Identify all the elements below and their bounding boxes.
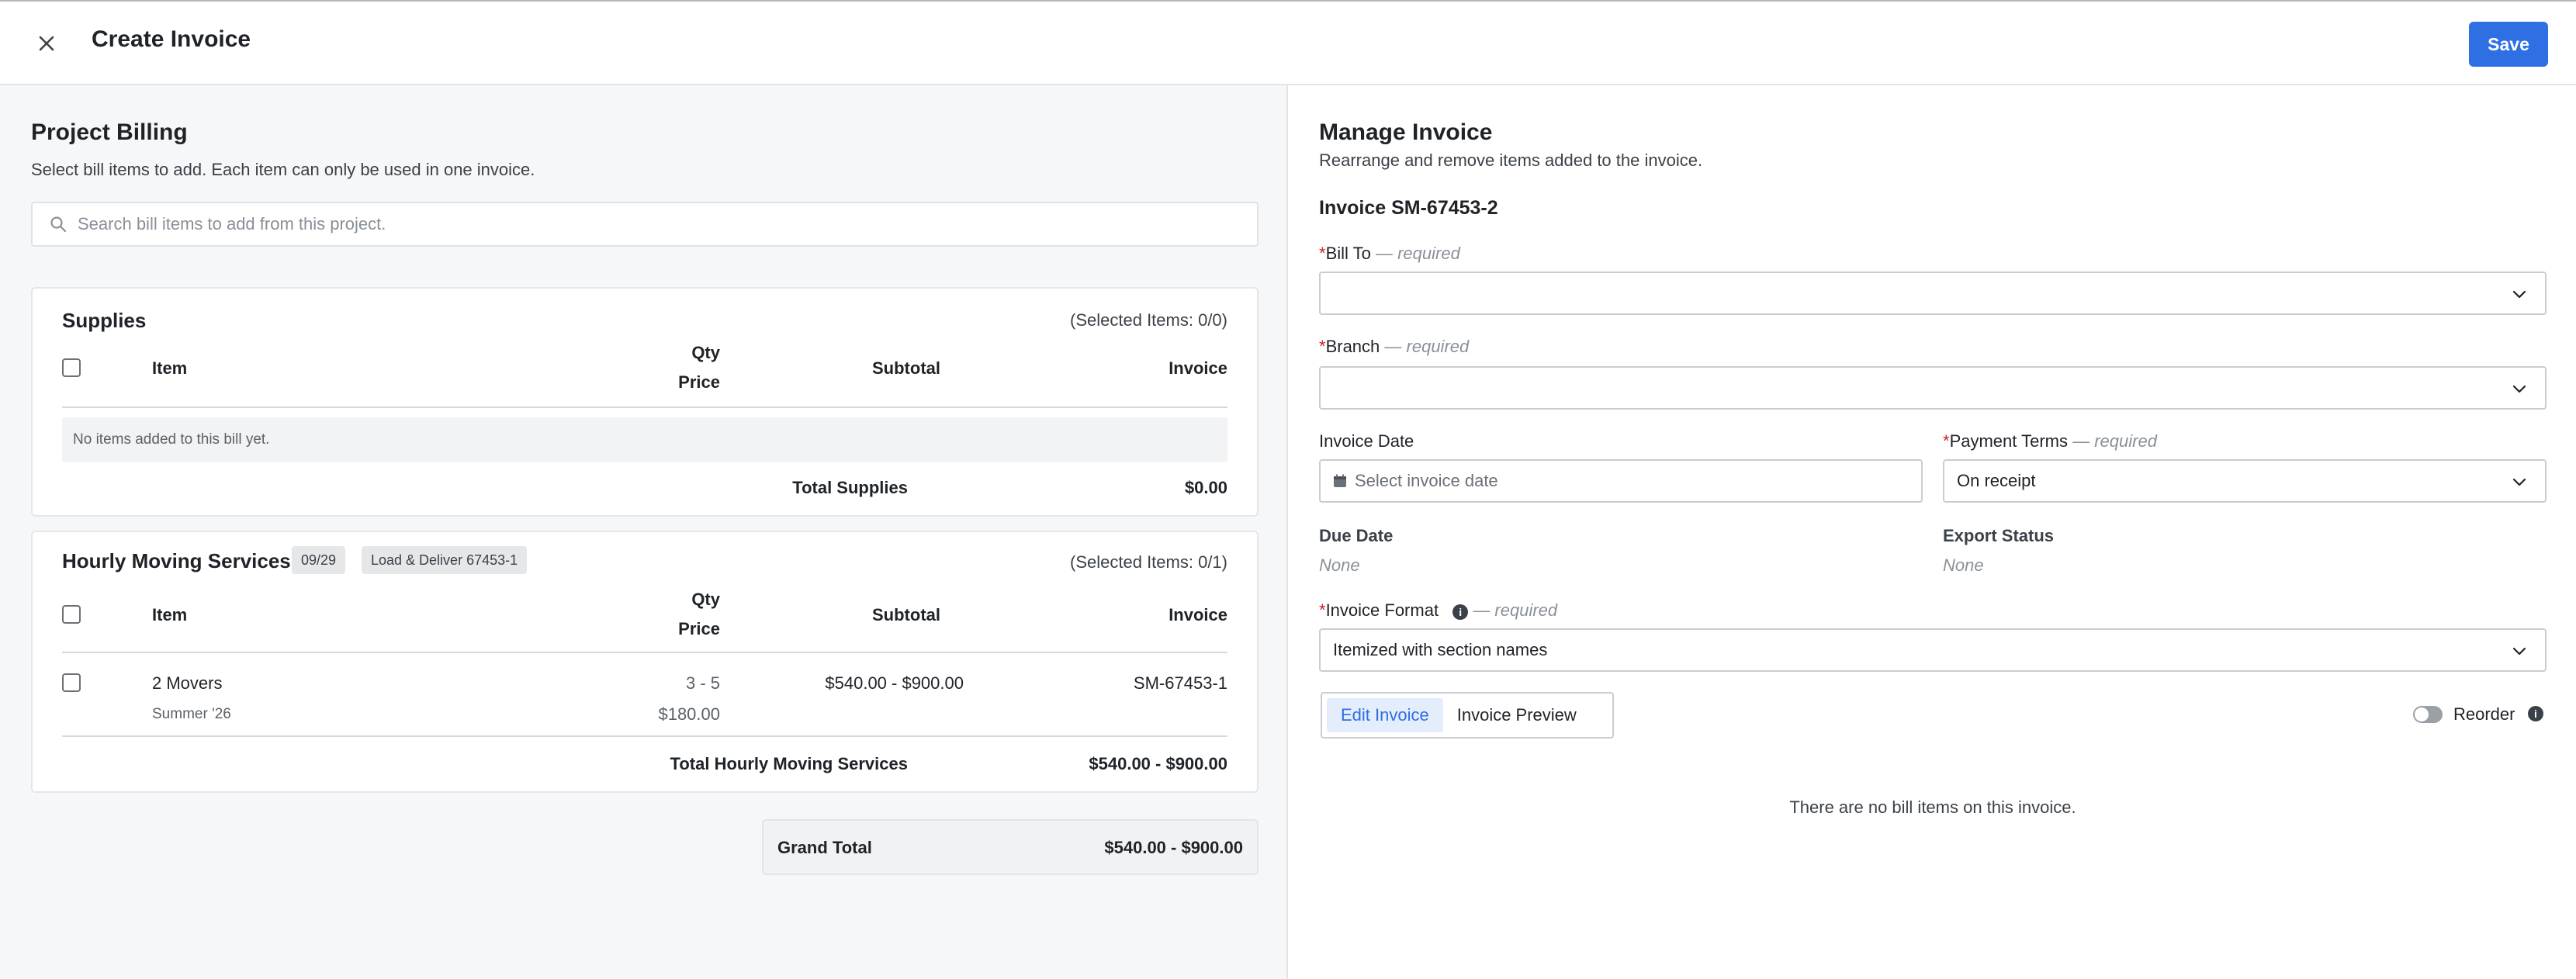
reorder-toggle[interactable] (2413, 706, 2443, 723)
manage-invoice-pane: Manage Invoice Rearrange and remove item… (1290, 85, 2576, 979)
divider (62, 735, 1227, 737)
row-subtotal: $540.00 - $900.00 (825, 673, 964, 693)
invoice-date-label: Invoice Date (1319, 431, 1414, 451)
invoice-format-label: *Invoice Format i — required (1319, 600, 1557, 621)
branch-select[interactable] (1319, 366, 2547, 410)
empty-message: No items added to this bill yet. (62, 417, 1227, 462)
branch-label: *Branch — required (1319, 337, 1469, 357)
divider (62, 652, 1227, 653)
col-qty: Qty (691, 343, 720, 362)
row-invoice: SM-67453-1 (1133, 673, 1227, 693)
col-item: Item (152, 358, 188, 378)
row-qty: 3 - 5 (685, 673, 720, 693)
invoice-date-placeholder: Select invoice date (1355, 471, 1498, 490)
hourly-moving-services-section: Hourly Moving Services 09/29 Load & Deli… (31, 531, 1259, 793)
branch-label-text: Branch (1325, 337, 1380, 356)
row-price: $180.00 (658, 704, 720, 724)
payment-terms-label-text: Payment Terms (1949, 431, 2068, 451)
chevron-down-icon (2512, 647, 2526, 656)
section-title: Hourly Moving Services (62, 549, 291, 573)
divider (62, 406, 1227, 408)
tab-invoice-preview[interactable]: Invoice Preview (1443, 698, 1591, 732)
col-invoice: Invoice (1169, 605, 1227, 624)
export-status-label: Export Status (1943, 526, 2055, 545)
payment-terms-label: *Payment Terms — required (1943, 431, 2157, 451)
payment-terms-value: On receipt (1957, 471, 2036, 490)
chevron-down-icon (2512, 290, 2526, 299)
chevron-down-icon (2512, 385, 2526, 393)
grand-total-value: $540.00 - $900.00 (1104, 838, 1243, 857)
project-billing-pane: Project Billing Select bill items to add… (0, 85, 1288, 979)
project-billing-title: Project Billing (31, 119, 188, 145)
invoice-format-label-text: Invoice Format (1325, 600, 1439, 620)
row-checkbox[interactable] (62, 673, 81, 692)
manage-invoice-subtitle: Rearrange and remove items added to the … (1319, 150, 1703, 170)
project-billing-subtitle: Select bill items to add. Each item can … (31, 160, 535, 179)
invoice-format-select[interactable]: Itemized with section names (1319, 628, 2547, 672)
close-icon (39, 36, 54, 51)
col-subtotal: Subtotal (872, 605, 940, 624)
selected-count: (Selected Items: 0/1) (1070, 552, 1227, 572)
manage-invoice-title: Manage Invoice (1319, 119, 1493, 145)
required-marker: * (1319, 600, 1326, 620)
required-note: — required (1375, 244, 1460, 263)
tab-edit-invoice[interactable]: Edit Invoice (1327, 698, 1443, 732)
total-value: $540.00 - $900.00 (1089, 754, 1227, 773)
supplies-section: Supplies (Selected Items: 0/0) Item Qty … (31, 287, 1259, 517)
date-badge: 09/29 (292, 546, 346, 574)
invoice-view-tabs: Edit Invoice Invoice Preview (1321, 692, 1614, 739)
chevron-down-icon (2512, 478, 2526, 486)
total-label: Total Supplies (792, 478, 908, 497)
info-icon[interactable]: i (2528, 706, 2543, 721)
toggle-knob (2415, 707, 2429, 721)
invoice-date-picker[interactable]: Select invoice date (1319, 459, 1923, 503)
col-item: Item (152, 605, 188, 624)
page-title: Create Invoice (92, 26, 251, 52)
col-price: Price (678, 372, 720, 392)
required-marker: * (1319, 337, 1326, 356)
section-title: Supplies (62, 309, 147, 332)
row-item: 2 Movers (152, 673, 223, 693)
invoice-format-value: Itemized with section names (1333, 640, 1548, 659)
bill-to-select[interactable] (1319, 272, 2547, 315)
job-badge: Load & Deliver 67453-1 (362, 546, 528, 574)
row-item-sub: Summer '26 (152, 706, 231, 722)
required-marker: * (1943, 431, 1950, 451)
col-subtotal: Subtotal (872, 358, 940, 378)
required-marker: * (1319, 244, 1326, 263)
selected-count: (Selected Items: 0/0) (1070, 310, 1227, 330)
save-button[interactable]: Save (2469, 22, 2548, 67)
due-date-value: None (1319, 555, 1360, 575)
payment-terms-select[interactable]: On receipt (1943, 459, 2547, 503)
select-all-checkbox[interactable] (62, 605, 81, 624)
search-icon (50, 216, 67, 233)
close-button[interactable] (31, 28, 62, 59)
reorder-label: Reorder (2453, 704, 2515, 724)
info-icon[interactable]: i (1452, 604, 1469, 620)
bill-to-label-text: Bill To (1325, 244, 1371, 263)
col-invoice: Invoice (1169, 358, 1227, 378)
search-input[interactable]: Search bill items to add from this proje… (78, 214, 386, 234)
select-all-checkbox[interactable] (62, 358, 81, 377)
grand-total-label: Grand Total (777, 838, 872, 857)
col-price: Price (678, 619, 720, 638)
bill-items-search[interactable]: Search bill items to add from this proje… (31, 202, 1259, 247)
top-bar: Create Invoice Save (0, 0, 2576, 85)
calendar-icon (1334, 474, 1346, 487)
due-date-label: Due Date (1319, 526, 1394, 545)
total-label: Total Hourly Moving Services (670, 754, 908, 773)
invoice-empty-message: There are no bill items on this invoice. (1789, 797, 2076, 817)
grand-total: Grand Total $540.00 - $900.00 (762, 819, 1259, 875)
export-status-value: None (1943, 555, 1984, 575)
required-note: — required (1384, 337, 1470, 356)
bill-to-label: *Bill To — required (1319, 244, 1460, 264)
invoice-id: Invoice SM-67453-2 (1319, 197, 1498, 219)
total-value: $0.00 (1184, 478, 1227, 497)
required-note: — required (2072, 431, 2157, 451)
required-note: — required (1473, 600, 1558, 620)
col-qty: Qty (691, 590, 720, 609)
